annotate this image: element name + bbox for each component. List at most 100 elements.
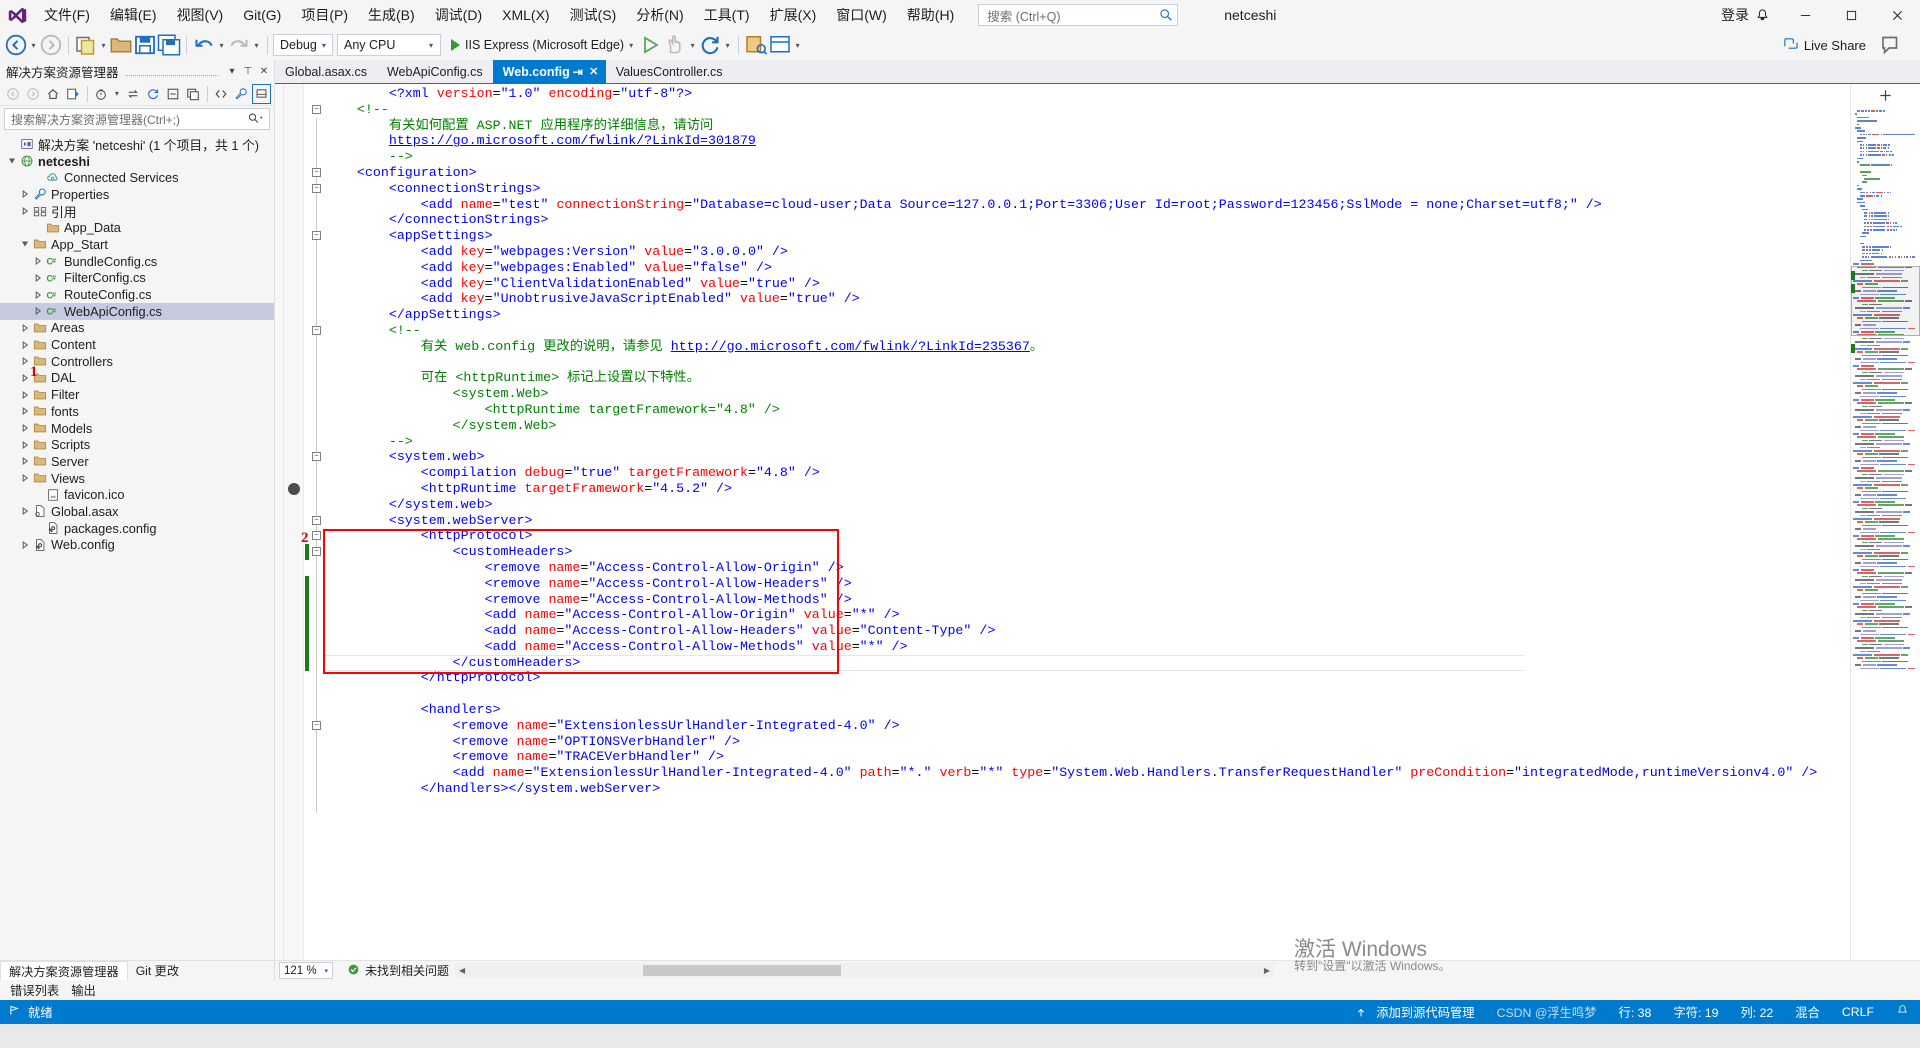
tree-item-packages.config[interactable]: packages.config [0,520,274,537]
navigate-back-icon[interactable] [4,33,28,57]
minimap-viewport[interactable] [1851,266,1920,336]
solution-explorer-search-input[interactable]: 搜索解决方案资源管理器(Ctrl+;) [4,108,270,130]
tree-item-netceshi11[interactable]: 解决方案 'netceshi' (1 个项目，共 1 个) [0,136,274,153]
menu-build[interactable]: 生成(B) [358,0,425,30]
minimap-add-icon[interactable] [1851,84,1920,106]
expander-icon[interactable] [19,541,31,549]
tree-item-app_start[interactable]: App_Start [0,236,274,253]
tree-item-global.asax[interactable]: Global.asax [0,503,274,520]
tree-item-connectedservices[interactable]: Connected Services [0,169,274,186]
solution-tree[interactable]: 解决方案 'netceshi' (1 个项目，共 1 个)netceshiCon… [0,133,274,960]
tree-item-filter[interactable]: Filter [0,386,274,403]
show-all-files-icon[interactable] [91,84,110,104]
tree-item-favicon.ico[interactable]: favicon.ico [0,486,274,503]
undo-dropdown[interactable]: ▾ [216,33,227,57]
tree-item-fonts[interactable]: fonts [0,403,274,420]
tree-item-netceshi[interactable]: netceshi [0,153,274,170]
tree-item-content[interactable]: Content [0,336,274,353]
tree-item-bundleconfig.cs[interactable]: C#BundleConfig.cs [0,253,274,270]
menu-extensions[interactable]: 扩展(X) [760,0,827,30]
window-layout-dropdown[interactable]: ▾ [792,33,803,57]
restart-dropdown[interactable]: ▾ [722,33,733,57]
expander-icon[interactable] [19,207,31,215]
expander-icon[interactable] [32,291,44,299]
close-icon[interactable]: ✕ [586,65,602,78]
minimize-button[interactable] [1782,0,1828,30]
menu-edit[interactable]: 编辑(E) [100,0,167,30]
hot-reload-icon[interactable] [663,33,687,57]
outlining-toggle[interactable]: − [312,184,321,193]
notifications-icon[interactable] [1885,1004,1920,1020]
tab-git-changes[interactable]: Git 更改 [128,961,187,980]
pending-changes-icon[interactable] [63,84,82,104]
outlining-toggle[interactable]: − [312,516,321,525]
menu-test[interactable]: 测试(S) [560,0,627,30]
live-share-button[interactable]: Live Share [1783,36,1866,54]
panel-close-button[interactable]: ✕ [256,62,272,80]
close-button[interactable] [1874,0,1920,30]
code-view-icon[interactable] [212,84,231,104]
scroll-left-icon[interactable]: ◀ [455,966,469,975]
scroll-track[interactable] [469,963,1260,978]
menu-window[interactable]: 窗口(W) [826,0,897,30]
navigate-forward-icon[interactable] [39,33,63,57]
scroll-right-icon[interactable]: ▶ [1260,966,1274,975]
tree-item-app_data[interactable]: App_Data [0,219,274,236]
hot-reload-dropdown[interactable]: ▾ [687,33,698,57]
outlining-toggle[interactable]: − [312,531,321,540]
expander-icon[interactable] [19,391,31,399]
breakpoint-indicator[interactable] [288,483,300,495]
tree-item-dal[interactable]: DAL [0,370,274,387]
navigate-back-dropdown[interactable]: ▾ [28,33,39,57]
feedback-bell-icon[interactable] [1755,8,1770,23]
start-without-debugging-icon[interactable] [639,33,663,57]
properties-icon[interactable] [232,84,251,104]
issues-indicator[interactable]: 未找到相关问题 [347,962,449,979]
tab-web-config[interactable]: Web.config ⇥ ✕ [493,60,606,83]
window-layout-icon[interactable] [768,33,792,57]
expander-icon[interactable] [19,441,31,449]
tab-error-list[interactable]: 错误列表 [10,981,59,999]
undo-icon[interactable] [192,33,216,57]
save-all-icon[interactable] [157,33,181,57]
outlining-toggle[interactable]: − [312,452,321,461]
save-icon[interactable] [133,33,157,57]
tab-webapiconfig-cs[interactable]: WebApiConfig.cs [377,60,493,83]
tree-item-controllers[interactable]: Controllers [0,353,274,370]
expander-icon[interactable] [19,507,31,515]
expander-icon[interactable] [6,157,18,165]
back-icon[interactable] [3,84,22,104]
tab-valuescontroller-cs[interactable]: ValuesController.cs [606,60,733,83]
expander-icon[interactable] [19,341,31,349]
search-dropdown-icon[interactable] [247,111,265,128]
forward-icon[interactable] [23,84,42,104]
tab-global-asax-cs[interactable]: Global.asax.cs [275,60,377,83]
zoom-level-combo[interactable]: 121 % ▾ [279,962,333,979]
code-text[interactable]: <?xml version="1.0" encoding="utf-8"?> <… [325,84,1850,960]
line-ending-indicator[interactable]: CRLF [1831,1005,1885,1019]
start-debug-button[interactable]: IIS Express (Microsoft Edge) ▾ [445,33,639,57]
panel-pin-button[interactable]: ⊤ [240,62,256,80]
chevron-down-icon[interactable]: ▾ [629,41,633,50]
expander-icon[interactable] [19,190,31,198]
tree-item-web.config[interactable]: Web.config [0,537,274,554]
code-editor[interactable]: −−−−−−−−−− <?xml version="1.0" encoding=… [275,84,1850,960]
redo-dropdown[interactable]: ▾ [251,33,262,57]
insert-mode-indicator[interactable]: 混合 [1784,1003,1831,1021]
quick-launch-search[interactable]: 搜索 (Ctrl+Q) [978,4,1178,26]
source-control-button[interactable]: 添加到源代码管理 [1344,1003,1486,1021]
outlining-toggle[interactable]: − [312,326,321,335]
tree-item-filterconfig.cs[interactable]: C#FilterConfig.cs [0,270,274,287]
outlining-gutter[interactable]: −−−−−−−−−− [309,84,325,960]
outlining-toggle[interactable]: − [312,231,321,240]
new-project-icon[interactable] [74,33,98,57]
outlining-toggle[interactable]: − [312,547,321,556]
collapse-all-icon[interactable] [163,84,182,104]
tree-item-[interactable]: 引用 [0,203,274,220]
scroll-thumb[interactable] [643,965,841,976]
home-icon[interactable] [43,84,62,104]
solution-configuration-combo[interactable]: Debug ▾ [273,34,333,56]
pin-icon[interactable]: ⇥ [570,65,586,79]
menu-view[interactable]: 视图(V) [167,0,234,30]
tab-output[interactable]: 输出 [71,981,96,999]
